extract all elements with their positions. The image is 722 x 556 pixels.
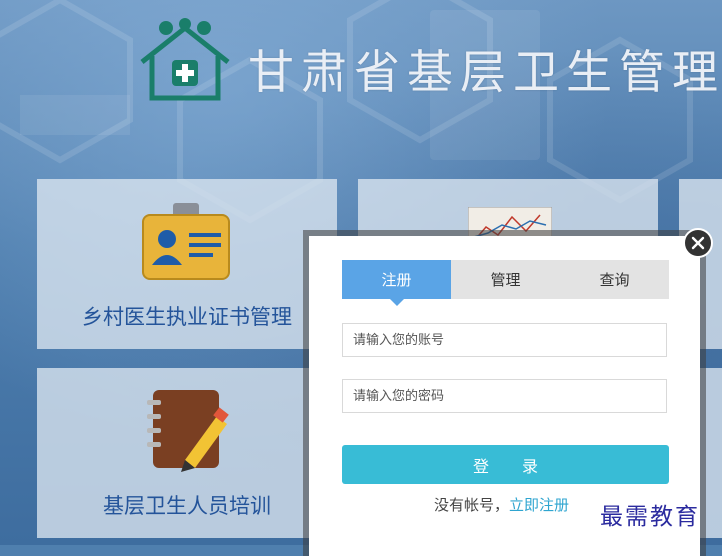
site-header: 甘肃省基层卫生管理 [136, 18, 718, 102]
tab-bar: 注册 管理 查询 [342, 260, 669, 306]
register-prompt: 没有帐号，立即注册 [434, 494, 569, 515]
tab-query[interactable]: 查询 [560, 260, 669, 299]
tile-doctor-license[interactable]: 乡村医生执业证书管理 [37, 179, 337, 349]
tab-manage[interactable]: 管理 [451, 260, 560, 299]
close-button[interactable] [683, 228, 713, 258]
tile-staff-training[interactable]: 基层卫生人员培训 [37, 368, 337, 538]
notebook-pencil-icon [147, 390, 229, 472]
close-icon [691, 236, 705, 250]
account-input[interactable] [342, 323, 667, 357]
tile-label: 基层卫生人员培训 [103, 494, 271, 518]
id-badge-icon [142, 203, 230, 280]
register-link[interactable]: 立即注册 [509, 496, 569, 514]
login-button[interactable]: 登 录 [342, 445, 669, 484]
no-account-text: 没有帐号， [434, 496, 510, 514]
watermark: 最需教育 [600, 504, 700, 530]
site-title: 甘肃省基层卫生管理 [248, 45, 722, 99]
tile-label: 乡村医生执业证书管理 [82, 305, 292, 329]
tab-register[interactable]: 注册 [342, 260, 451, 306]
medical-house-logo-icon [140, 18, 230, 101]
password-input[interactable] [342, 379, 667, 413]
